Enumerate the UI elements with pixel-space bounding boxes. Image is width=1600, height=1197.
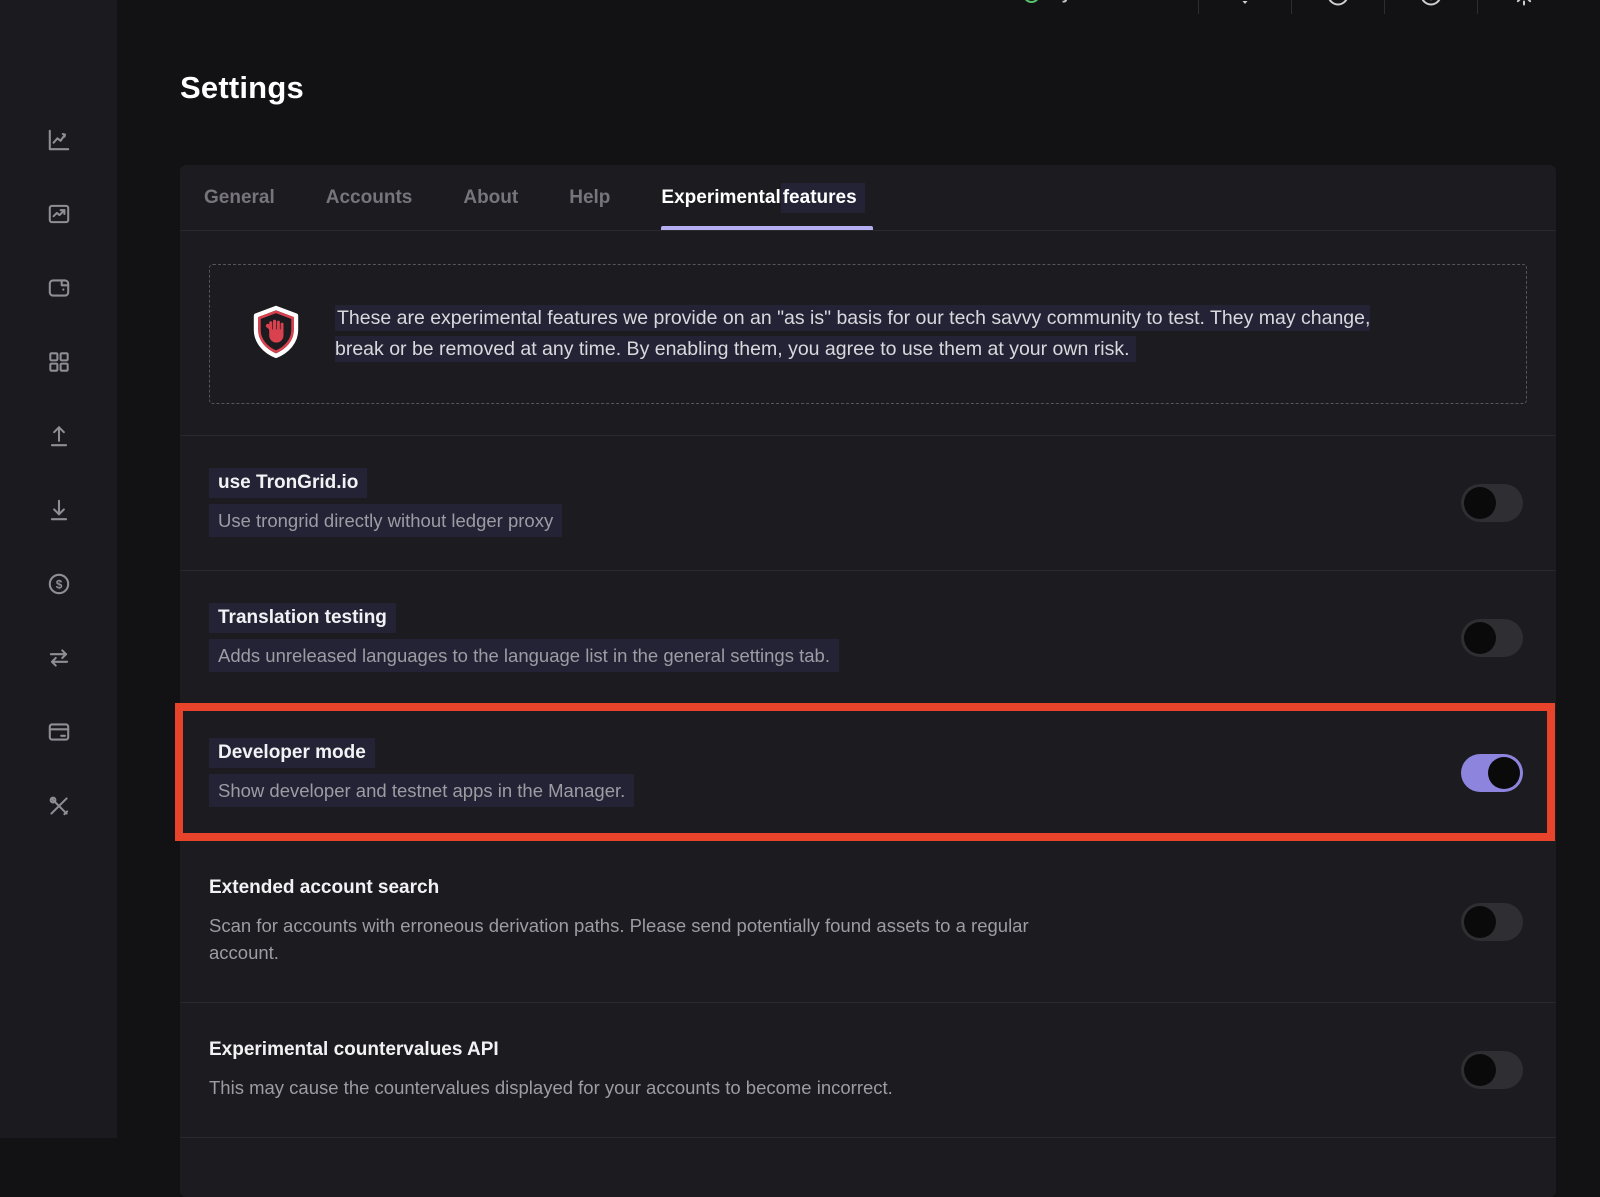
tab-about[interactable]: About — [463, 165, 518, 230]
experimental-warning-panel: These are experimental features we provi… — [209, 264, 1527, 404]
settings-tabs: General Accounts About Help Experimental… — [180, 165, 1556, 231]
tools-icon — [46, 793, 72, 824]
sidebar-item-buy-sell[interactable]: $ — [45, 573, 73, 599]
setting-title: Extended account search — [209, 877, 439, 899]
tab-accounts[interactable]: Accounts — [326, 165, 413, 230]
sidebar: $ — [0, 0, 117, 1138]
setting-title: Translation testing — [209, 603, 396, 633]
tab-general[interactable]: General — [204, 165, 275, 230]
setting-description: Scan for accounts with erroneous derivat… — [209, 912, 1029, 966]
setting-texts: Translation testing Adds unreleased lang… — [209, 607, 839, 669]
tab-label-prefix: Experimental — [661, 187, 780, 209]
setting-texts: Developer mode Show developer and testne… — [209, 742, 634, 804]
svg-text:$: $ — [55, 577, 62, 591]
setting-description: Adds unreleased languages to the languag… — [209, 639, 839, 672]
portfolio-chart-icon — [46, 127, 72, 158]
sidebar-item-market[interactable] — [45, 203, 73, 229]
setting-title: Experimental countervalues API — [209, 1039, 499, 1061]
topbar-divider — [1477, 0, 1478, 14]
toggle-knob — [1464, 487, 1496, 519]
toggle-knob — [1464, 622, 1496, 654]
setting-toggle[interactable] — [1461, 619, 1523, 657]
toggle-knob — [1464, 906, 1496, 938]
sync-check-icon — [1023, 0, 1040, 3]
tab-label-highlight: features — [781, 183, 865, 213]
setting-toggle[interactable] — [1461, 754, 1523, 792]
sidebar-item-manager[interactable] — [45, 795, 73, 821]
sidebar-item-discover[interactable] — [45, 351, 73, 377]
setting-toggle[interactable] — [1461, 484, 1523, 522]
receive-arrow-down-icon — [46, 497, 72, 528]
setting-texts: Experimental countervalues API This may … — [209, 1039, 893, 1101]
next-row-partial — [180, 1137, 1556, 1197]
setting-description: This may cause the countervalues display… — [209, 1074, 893, 1101]
toggle-knob — [1464, 1054, 1496, 1086]
settings-list: use TronGrid.io Use trongrid directly wi… — [180, 435, 1556, 1197]
stop-hand-shield-icon — [249, 305, 303, 363]
page-title: Settings — [180, 70, 1600, 106]
info-circle-icon[interactable] — [1419, 0, 1443, 14]
experimental-warning-text: These are experimental features we provi… — [335, 303, 1410, 365]
setting-title: Developer mode — [209, 738, 375, 768]
setting-description: Use trongrid directly without ledger pro… — [209, 504, 562, 537]
setting-toggle[interactable] — [1461, 903, 1523, 941]
sidebar-item-accounts[interactable] — [45, 277, 73, 303]
apps-grid-icon — [46, 349, 72, 380]
settings-card: General Accounts About Help Experimental… — [180, 165, 1556, 1197]
tab-help[interactable]: Help — [569, 165, 610, 230]
sync-label: Synchronized — [1050, 0, 1164, 4]
device-icon[interactable] — [1233, 0, 1257, 14]
setting-title: use TronGrid.io — [209, 468, 367, 498]
setting-toggle[interactable] — [1461, 1051, 1523, 1089]
toggle-knob — [1488, 757, 1520, 789]
setting-texts: Extended account search Scan for account… — [209, 877, 1029, 966]
setting-row: Translation testing Adds unreleased lang… — [180, 570, 1556, 705]
settings-gear-icon[interactable] — [1512, 0, 1536, 14]
topbar-divider — [1291, 0, 1292, 14]
dollar-circle-icon: $ — [46, 571, 72, 602]
setting-texts: use TronGrid.io Use trongrid directly wi… — [209, 472, 562, 534]
setting-description: Show developer and testnet apps in the M… — [209, 774, 634, 807]
swap-arrows-icon — [46, 645, 72, 676]
main-content: Settings General Accounts About Help Exp… — [117, 0, 1600, 1138]
topbar: Synchronized — [117, 0, 1600, 14]
credit-card-icon — [46, 719, 72, 750]
sidebar-item-card[interactable] — [45, 721, 73, 747]
sidebar-item-receive[interactable] — [45, 499, 73, 525]
setting-row: Experimental countervalues API This may … — [180, 1002, 1556, 1137]
ledger-live-window: $ Synchronized — [0, 0, 1600, 1138]
setting-row: use TronGrid.io Use trongrid directly wi… — [180, 435, 1556, 570]
setting-row: Extended account search Scan for account… — [180, 840, 1556, 1002]
topbar-divider — [1384, 0, 1385, 14]
help-circle-icon[interactable] — [1326, 0, 1350, 14]
wallet-icon — [46, 275, 72, 306]
market-chart-icon — [46, 201, 72, 232]
sync-status[interactable]: Synchronized — [1023, 0, 1164, 4]
setting-row: Developer mode Show developer and testne… — [180, 705, 1556, 840]
tab-experimental-features[interactable]: Experimental features — [661, 165, 864, 230]
sidebar-item-send[interactable] — [45, 425, 73, 451]
topbar-divider — [1198, 0, 1199, 14]
sidebar-item-portfolio[interactable] — [45, 129, 73, 155]
send-arrow-up-icon — [46, 423, 72, 454]
sidebar-item-swap[interactable] — [45, 647, 73, 673]
